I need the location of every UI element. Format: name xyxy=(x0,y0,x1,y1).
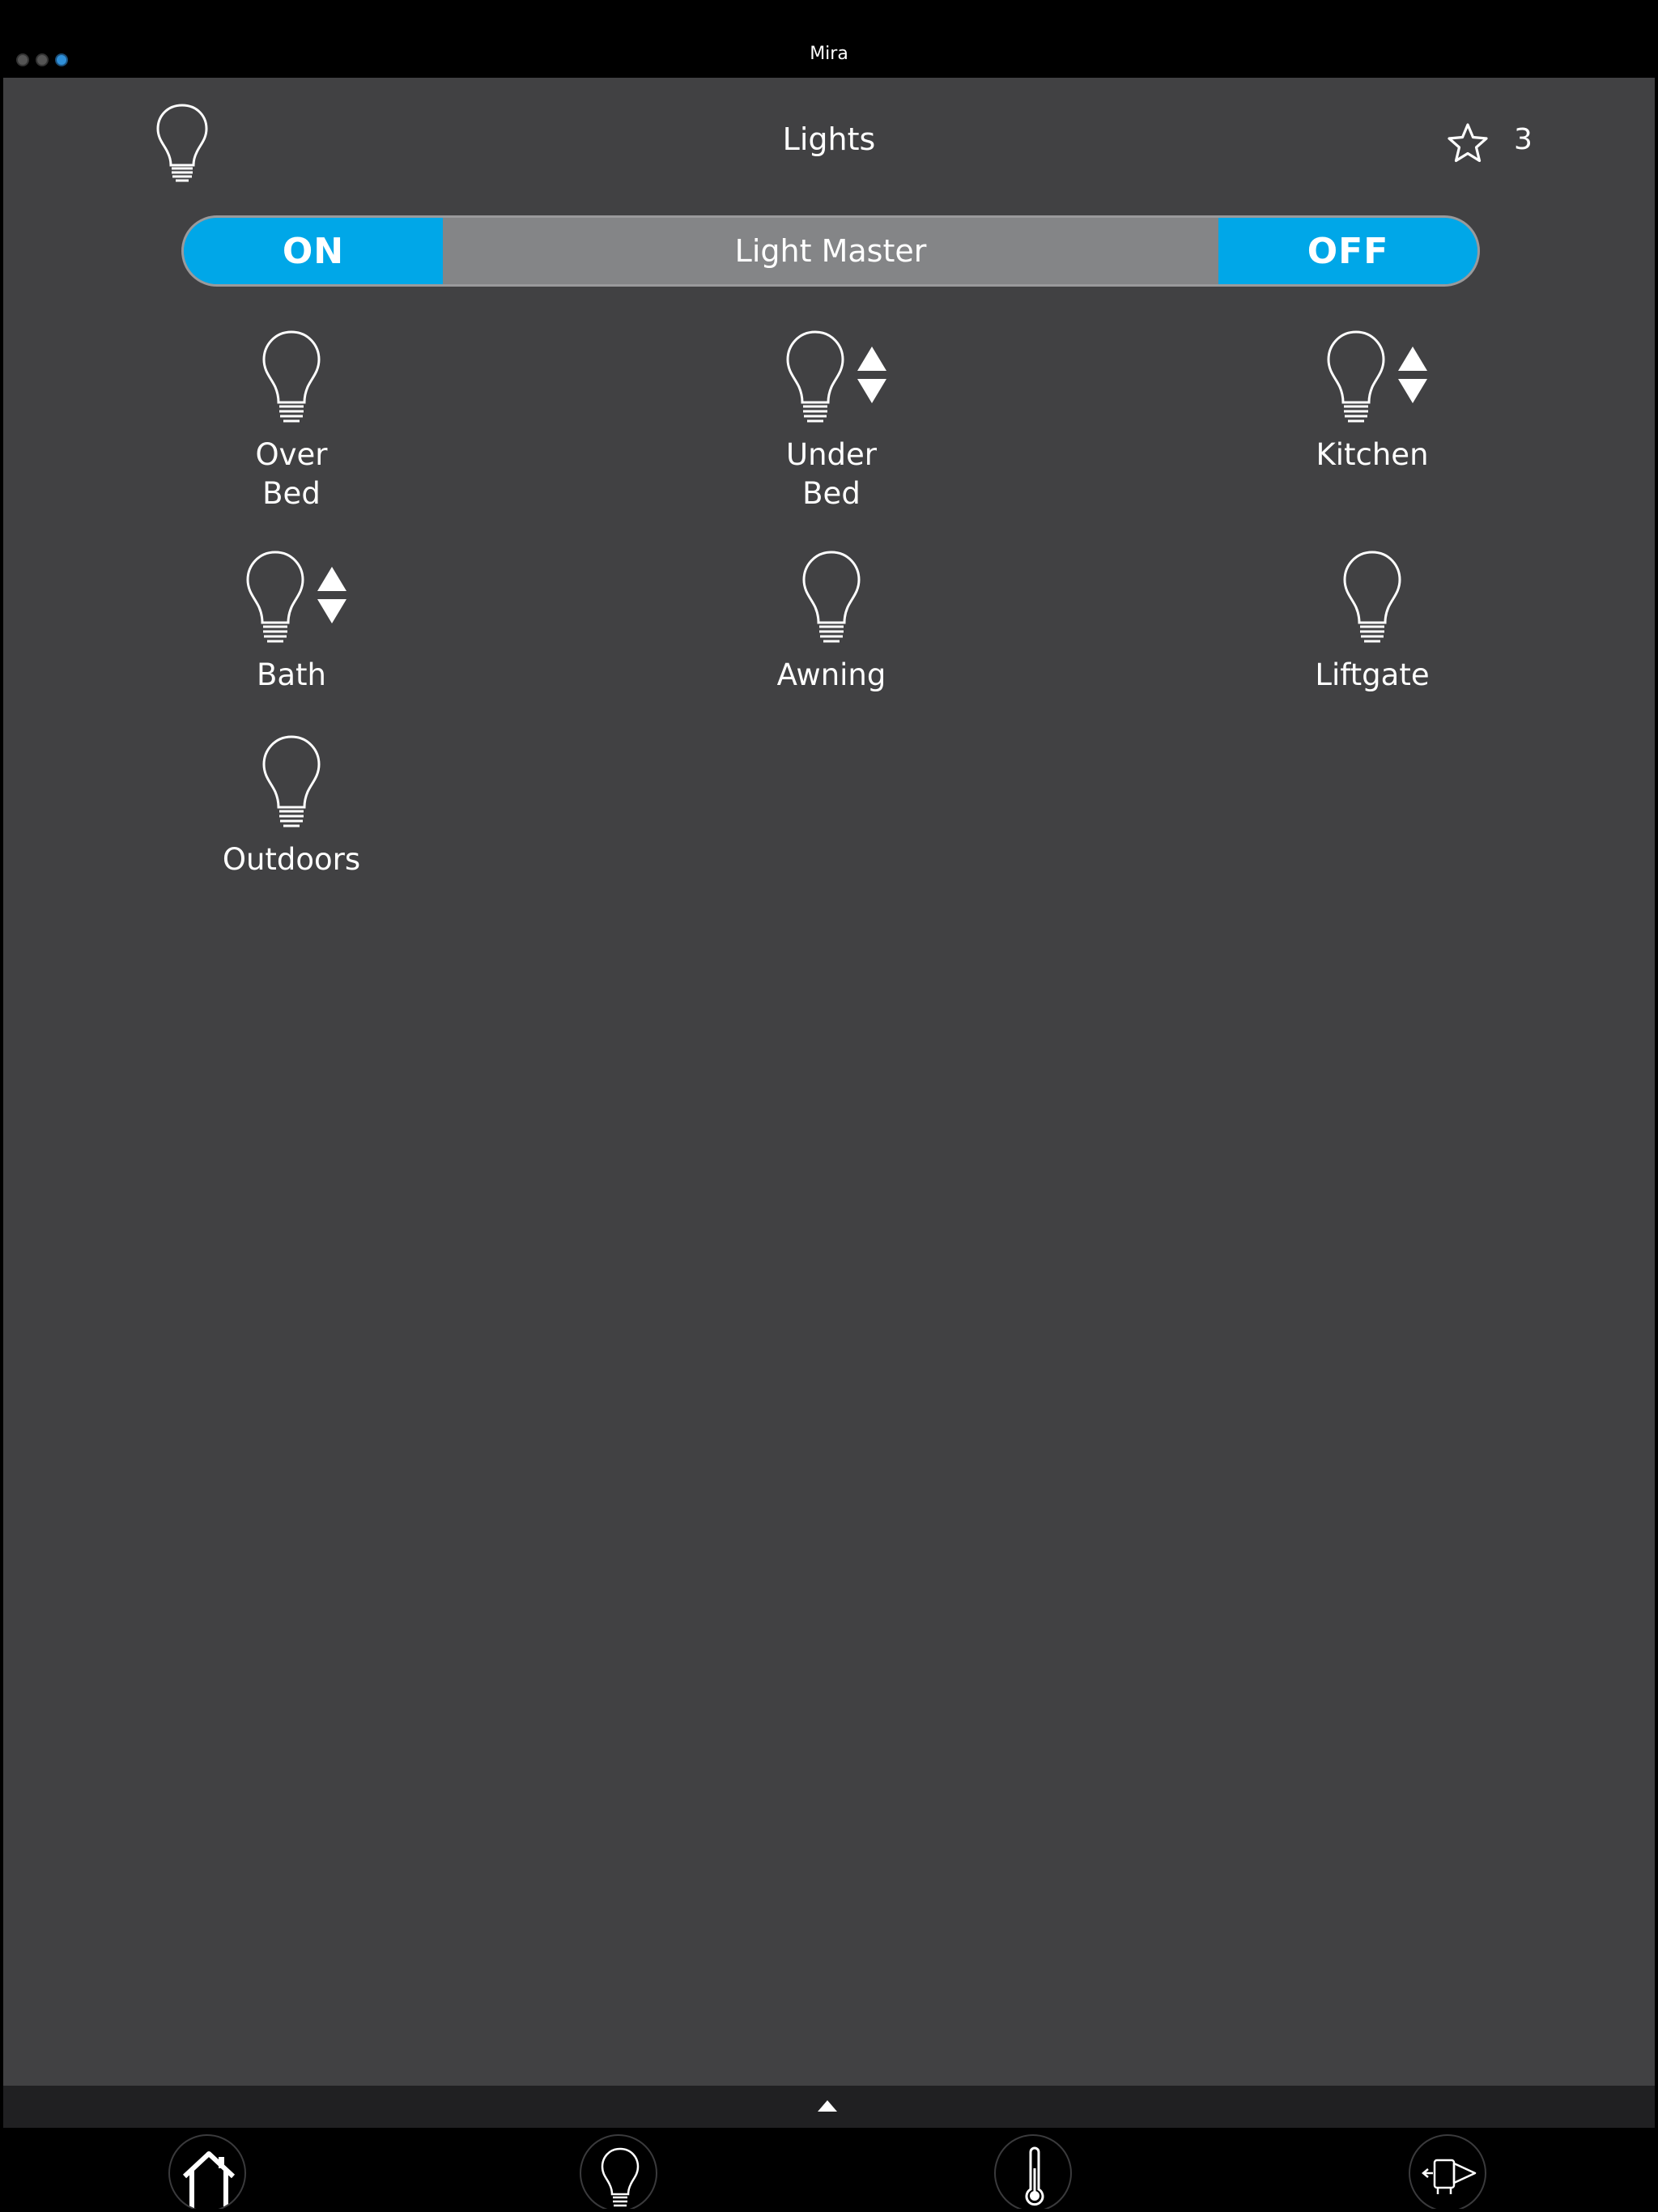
light-master-bar: ON Light Master OFF xyxy=(181,215,1480,287)
home-icon xyxy=(182,2151,236,2209)
lightbulb-icon xyxy=(1343,551,1401,643)
star-icon[interactable] xyxy=(1446,121,1490,165)
lightbulb-icon xyxy=(262,330,321,423)
light-label: Bath xyxy=(256,657,326,692)
light-tile[interactable]: Kitchen xyxy=(1251,329,1494,474)
master-off-button[interactable]: OFF xyxy=(1218,218,1477,284)
light-tile[interactable]: Outdoors xyxy=(170,734,413,879)
tab-bar xyxy=(3,2128,1655,2209)
lightbulb-icon xyxy=(262,735,321,827)
light-label: Over Bed xyxy=(255,437,328,511)
lightbulb-icon xyxy=(786,330,844,423)
chevron-up-icon[interactable] xyxy=(816,2099,839,2113)
light-label: Outdoors xyxy=(222,842,361,877)
status-bar: Mira xyxy=(3,3,1655,78)
tab-home[interactable] xyxy=(168,2134,246,2209)
lightbulb-icon xyxy=(246,551,304,643)
light-icon-group[interactable] xyxy=(1251,329,1494,434)
page-title: Lights xyxy=(782,121,876,157)
light-icon-group[interactable] xyxy=(710,549,953,654)
light-icon-group[interactable] xyxy=(1251,549,1494,654)
tab-slide-outs[interactable] xyxy=(1409,2134,1486,2209)
dimmer-arrows-icon[interactable] xyxy=(854,345,890,405)
lightbulb-icon xyxy=(1327,330,1385,423)
light-icon-group[interactable] xyxy=(170,549,413,654)
thermometer-icon xyxy=(1025,2146,1044,2206)
tab-climate[interactable] xyxy=(994,2134,1072,2209)
light-tile[interactable]: Liftgate xyxy=(1251,549,1494,695)
lightbulb-icon xyxy=(802,551,861,643)
app-title: Mira xyxy=(810,44,848,64)
master-label: Light Master xyxy=(734,233,927,269)
light-label: Under Bed xyxy=(786,437,877,511)
tab-lights[interactable] xyxy=(580,2134,657,2209)
light-tile[interactable]: Bath xyxy=(170,549,413,695)
light-label: Awning xyxy=(776,657,886,692)
light-label: Kitchen xyxy=(1316,437,1429,472)
dimmer-arrows-icon[interactable] xyxy=(314,565,350,625)
drawer-handle[interactable] xyxy=(3,2086,1655,2128)
light-tile[interactable]: Awning xyxy=(710,549,953,695)
dimmer-arrows-icon[interactable] xyxy=(1395,345,1431,405)
favorite-count: 3 xyxy=(1514,123,1533,156)
master-on-button[interactable]: ON xyxy=(184,218,443,284)
app-window: Mira Lights 3 ON Light Master OFF Over B… xyxy=(3,3,1655,2209)
light-icon-group[interactable] xyxy=(710,329,953,434)
light-icon-group[interactable] xyxy=(170,329,413,434)
light-icon-group[interactable] xyxy=(170,734,413,839)
light-label: Liftgate xyxy=(1315,657,1430,692)
light-tile[interactable]: Under Bed xyxy=(710,329,953,513)
light-tile[interactable]: Over Bed xyxy=(170,329,413,513)
lightbulb-icon xyxy=(601,2147,640,2207)
slide-out-icon xyxy=(1422,2159,1477,2194)
